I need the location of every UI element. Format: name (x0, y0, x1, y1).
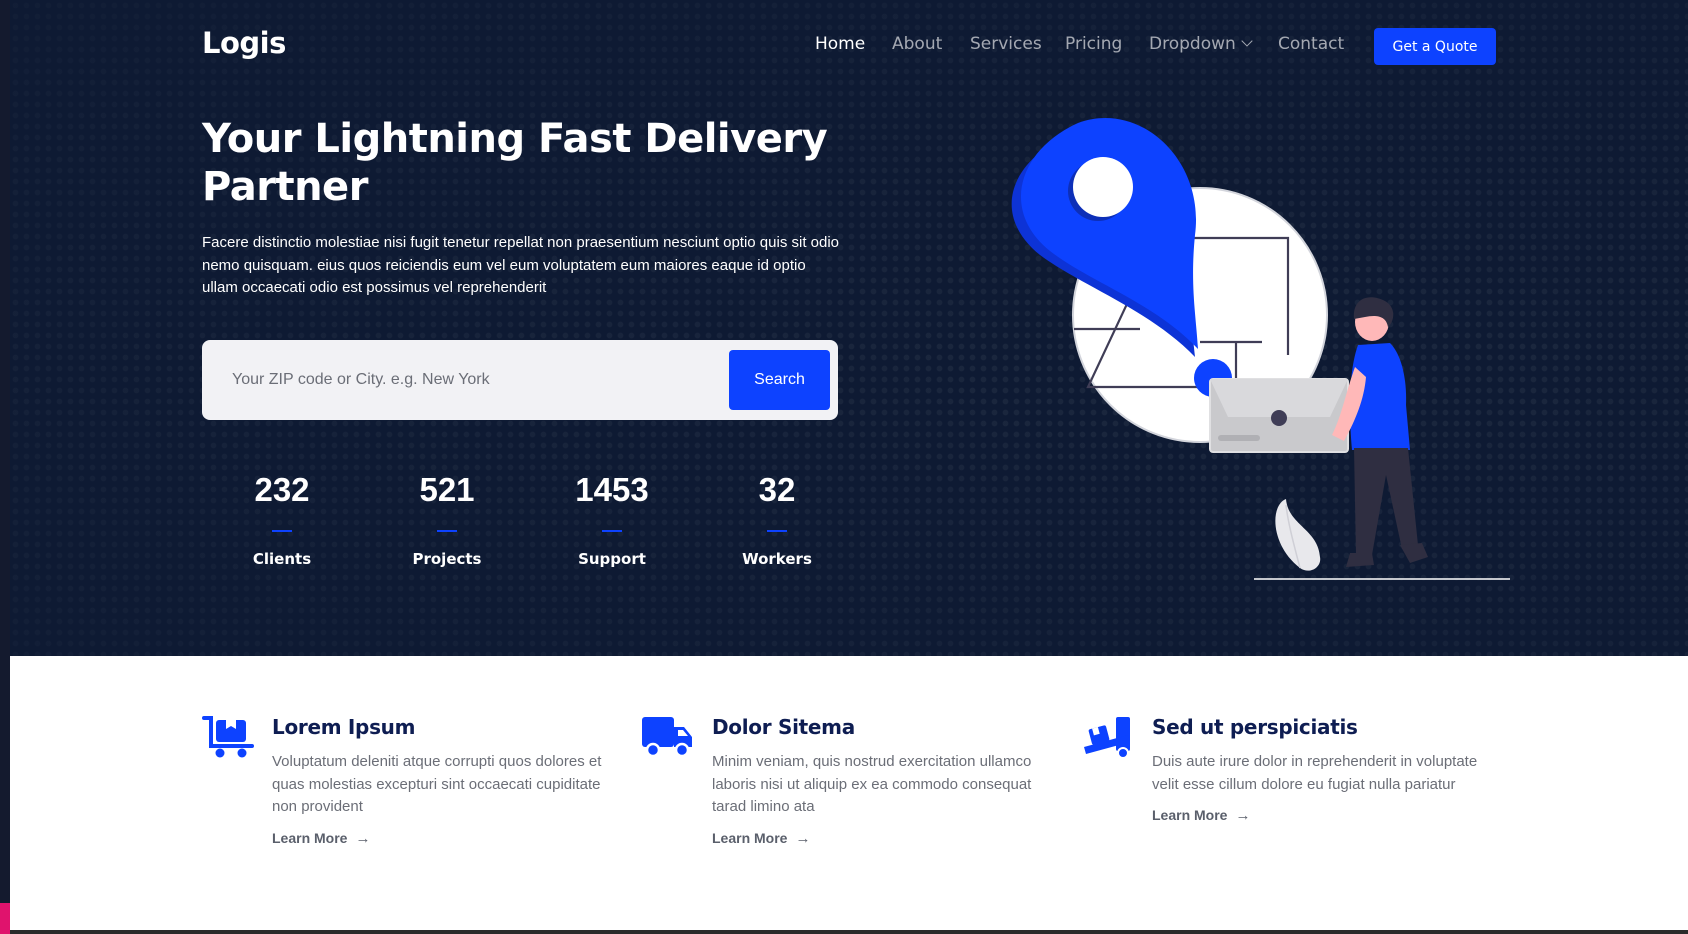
nav-contact[interactable]: Contact (1278, 34, 1344, 54)
nav-about[interactable]: About (892, 34, 942, 54)
hero-section: Logis Home About Services Pricing Dropdo… (10, 0, 1688, 656)
stat-clients: 232 Clients (222, 470, 342, 568)
left-edge-accent (0, 903, 10, 934)
nav-dropdown-label: Dropdown (1149, 34, 1236, 54)
nav-services[interactable]: Services (970, 34, 1042, 54)
stat-divider (437, 530, 457, 532)
stat-value: 1453 (575, 471, 649, 508)
arrow-right-icon: → (795, 830, 811, 847)
person-legs (1354, 448, 1418, 555)
learn-more-link[interactable]: Learn More → (1152, 807, 1250, 824)
package-dot (1271, 410, 1287, 426)
stat-divider (272, 530, 292, 532)
stat-support: 1453 Support (552, 470, 672, 568)
search-button[interactable]: Search (729, 350, 830, 410)
truck-icon (642, 717, 692, 758)
arrow-right-icon: → (355, 830, 371, 847)
chevron-down-icon (1241, 35, 1253, 47)
feature-title: Dolor Sitema (712, 715, 855, 739)
stat-label: Workers (742, 550, 812, 568)
feature-title: Lorem Ipsum (272, 715, 416, 739)
zip-search-input[interactable] (222, 350, 702, 410)
stat-label: Support (578, 550, 646, 568)
feature-card-3: Sed ut perspiciatis Duis aute irure dolo… (1082, 715, 1492, 855)
left-edge-strip (0, 0, 10, 934)
map-pin-delivery-person-illustration (1011, 118, 1510, 580)
cart-flatbed-boxes-icon (202, 716, 254, 758)
hero-title: Your Lightning Fast Delivery Partner (202, 116, 828, 210)
person-shoe (1400, 543, 1428, 563)
stat-divider (602, 530, 622, 532)
search-form: Search (202, 340, 838, 420)
stat-value: 521 (419, 471, 475, 508)
learn-more-label: Learn More (272, 830, 348, 846)
package-label (1218, 435, 1260, 441)
hero-description: Facere distinctio molestiae nisi fugit t… (202, 234, 840, 296)
get-a-quote-button[interactable]: Get a Quote (1374, 28, 1496, 65)
stat-projects: 521 Projects (387, 470, 507, 568)
learn-more-label: Learn More (1152, 807, 1228, 823)
arrow-right-icon: → (1235, 807, 1251, 824)
site-logo[interactable]: Logis (202, 26, 286, 60)
pin-hole (1073, 157, 1133, 217)
stat-workers: 32 Workers (717, 470, 837, 568)
nav-pricing[interactable]: Pricing (1065, 34, 1122, 54)
stat-label: Projects (412, 550, 482, 568)
stat-value: 232 (254, 471, 310, 508)
nav-dropdown[interactable]: Dropdown (1149, 34, 1253, 54)
feature-title: Sed ut perspiciatis (1152, 715, 1358, 739)
person-shoe (1346, 553, 1374, 567)
feature-card-2: Dolor Sitema Minim veniam, quis nostrud … (642, 715, 1052, 855)
learn-more-label: Learn More (712, 830, 788, 846)
learn-more-link[interactable]: Learn More → (272, 830, 370, 847)
stat-label: Clients (252, 550, 312, 568)
feature-text: Voluptatum deleniti atque corrupti quos … (272, 753, 602, 815)
feature-card-1: Lorem Ipsum Voluptatum deleniti atque co… (202, 715, 612, 855)
stat-divider (767, 530, 787, 532)
stat-value: 32 (758, 471, 796, 508)
feature-text: Duis aute irure dolor in reprehenderit i… (1152, 753, 1478, 793)
bottom-edge-strip (10, 930, 1688, 934)
nav-home[interactable]: Home (815, 34, 865, 54)
truck-ramp-box-icon (1084, 717, 1130, 759)
feature-text: Minim veniam, quis nostrud exercitation … (712, 753, 1032, 815)
learn-more-link[interactable]: Learn More → (712, 830, 810, 847)
